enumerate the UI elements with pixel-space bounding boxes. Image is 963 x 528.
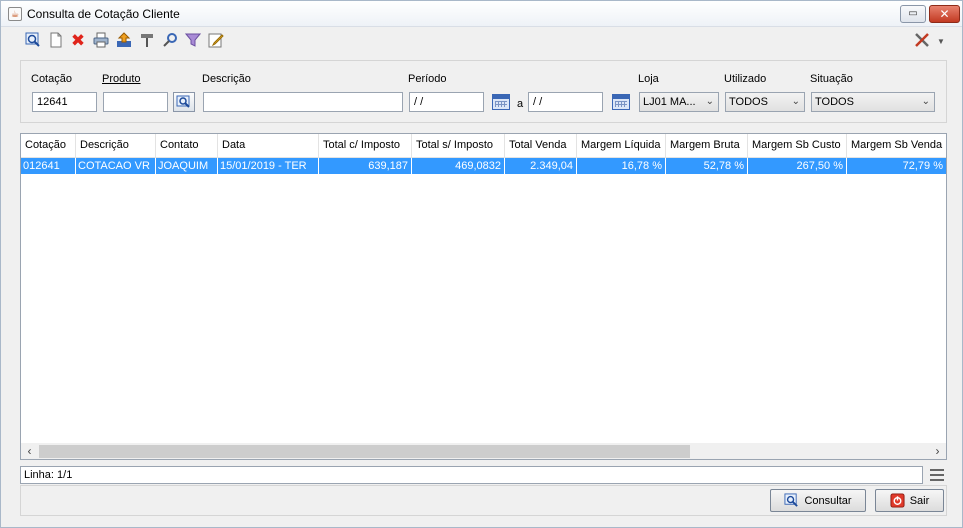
sair-button[interactable]: Sair [875,489,944,512]
table-header: Cotação Descrição Contato Data Total c/ … [21,134,946,158]
column-header[interactable]: Descrição [76,134,156,158]
results-table: Cotação Descrição Contato Data Total c/ … [20,133,947,460]
search-icon [176,95,190,108]
key-icon[interactable] [160,30,180,50]
title-bar: ☕ Consulta de Cotação Cliente ▭ ✕ [1,1,962,27]
produto-label[interactable]: Produto [102,73,141,85]
consultar-button[interactable]: Consultar [770,489,866,512]
exit-icon [890,493,905,508]
window-title: Consulta de Cotação Cliente [27,7,180,21]
cotacao-label: Cotação [31,73,72,85]
new-document-icon[interactable] [46,30,66,50]
chevron-down-icon: ⌄ [791,96,800,107]
edit-icon[interactable] [206,30,226,50]
calendar-icon[interactable] [492,94,510,110]
tools-menu-button[interactable]: ▼ [913,31,947,51]
wrench-screwdriver-icon [915,33,929,47]
sair-button-label: Sair [909,494,930,507]
table-cell: 16,78 % [577,158,666,174]
table-cell: JOAQUIM [156,158,218,174]
menu-icon[interactable] [930,469,944,481]
produto-input[interactable] [103,92,168,112]
produto-search-button[interactable] [173,92,195,112]
scroll-right-icon[interactable]: › [929,444,946,459]
column-header[interactable]: Margem Sb Custo [748,134,847,158]
table-cell: 2.349,04 [505,158,577,174]
periodo-start-input[interactable]: / / [409,92,484,112]
scrollbar-thumb[interactable] [39,445,690,458]
column-header[interactable]: Total c/ Imposto [319,134,412,158]
search-icon [784,493,799,508]
table-cell: 72,79 % [847,158,946,174]
table-cell: 012641 [21,158,76,174]
descricao-label: Descrição [202,73,251,85]
chevron-down-icon: ⌄ [705,96,714,107]
column-header[interactable]: Margem Sb Venda [847,134,946,158]
column-header[interactable]: Contato [156,134,218,158]
restore-button[interactable]: ▭ [900,5,926,23]
column-header[interactable]: Total Venda [505,134,577,158]
loja-select[interactable]: LJ01 MA... ⌄ [639,92,719,112]
loja-label: Loja [638,73,659,85]
status-bar: Linha: 1/1 [20,466,923,484]
descricao-input[interactable] [203,92,403,112]
scroll-left-icon[interactable]: ‹ [21,444,38,459]
chevron-down-icon: ▼ [937,37,945,46]
close-window-button[interactable]: ✕ [929,5,960,23]
periodo-separator: a [517,98,524,110]
cotacao-input[interactable]: 12641 [32,92,97,112]
situacao-label: Situação [810,73,853,85]
delete-icon[interactable]: ✖ [68,30,88,50]
tools-icon[interactable] [137,30,157,50]
table-row[interactable]: 012641 COTACAO VR JOAQUIM 15/01/2019 - T… [21,158,946,174]
table-cell: 639,187 [319,158,412,174]
loja-select-value: LJ01 MA... [643,96,696,108]
utilizado-select[interactable]: TODOS ⌄ [725,92,805,112]
java-app-icon: ☕ [8,7,22,21]
horizontal-scrollbar[interactable]: ‹ › [21,443,946,459]
search-icon[interactable] [23,30,43,50]
table-cell: 267,50 % [748,158,847,174]
filter-icon[interactable] [183,30,203,50]
filter-panel: Cotação 12641 Produto Descrição Período … [20,60,947,123]
table-cell: 469,0832 [412,158,505,174]
table-cell: 52,78 % [666,158,748,174]
periodo-end-input[interactable]: / / [528,92,603,112]
situacao-select-value: TODOS [815,96,854,108]
table-cell: COTACAO VR [76,158,156,174]
utilizado-label: Utilizado [724,73,767,85]
window: ☕ Consulta de Cotação Cliente ▭ ✕ ✖ ▼ Co… [0,0,963,528]
periodo-label: Período [408,73,447,85]
utilizado-select-value: TODOS [729,96,768,108]
column-header[interactable]: Cotação [21,134,76,158]
calendar-icon[interactable] [612,94,630,110]
print-icon[interactable] [91,30,111,50]
column-header[interactable]: Margem Bruta [666,134,748,158]
export-icon[interactable] [114,30,134,50]
column-header[interactable]: Margem Líquida [577,134,666,158]
chevron-down-icon: ⌄ [921,96,930,107]
column-header[interactable]: Data [218,134,319,158]
table-cell: 15/01/2019 - TER [218,158,319,174]
situacao-select[interactable]: TODOS ⌄ [811,92,935,112]
column-header[interactable]: Total s/ Imposto [412,134,505,158]
consultar-button-label: Consultar [804,494,852,507]
